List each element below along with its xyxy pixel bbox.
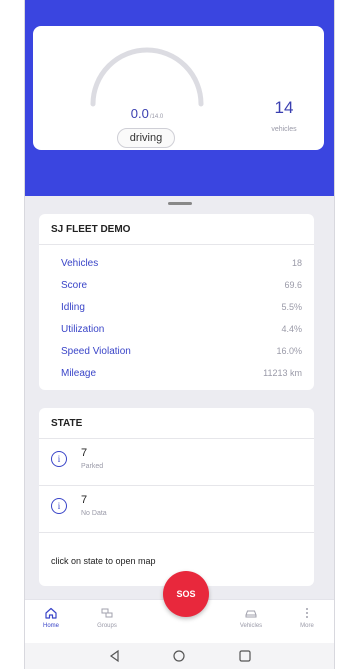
more-icon [306, 608, 308, 618]
fleet-row-value: 11213 km [263, 368, 302, 378]
nav-groups[interactable]: Groups [87, 606, 127, 629]
state-row-parked[interactable]: i 7 Parked [39, 439, 314, 485]
fleet-row-idling[interactable]: Idling 5.5% [61, 302, 302, 318]
fleet-row-label: Utilization [61, 324, 105, 335]
sos-button[interactable]: SOS [163, 571, 209, 617]
state-title: STATE [51, 418, 83, 429]
nav-more[interactable]: More [287, 606, 327, 629]
home-icon [45, 607, 57, 619]
driving-status-badge[interactable]: driving [117, 128, 175, 148]
nav-home[interactable]: Home [31, 606, 71, 629]
gauge-max: /14.0 [149, 114, 164, 120]
fleet-row-utilization[interactable]: Utilization 4.4% [61, 324, 302, 340]
fleet-title: SJ FLEET DEMO [51, 224, 131, 235]
fleet-row-value: 69.6 [284, 280, 302, 290]
fleet-row-value: 18 [291, 258, 302, 268]
state-count: 7 [81, 494, 88, 506]
fleet-row-label: Vehicles [61, 258, 99, 269]
state-row-no-data[interactable]: i 7 No Data [39, 486, 314, 532]
state-label: Parked [81, 463, 104, 470]
phone-screen: 0.0/14.0 driving 14 vehicles SJ FLEET DE… [24, 0, 335, 669]
state-count: 7 [81, 447, 88, 459]
home-circle-icon[interactable] [171, 648, 187, 664]
speed-gauge [90, 47, 204, 107]
state-card: STATE i 7 Parked i 7 No Data click on st… [39, 408, 314, 586]
fleet-row-value: 16.0% [276, 346, 302, 356]
fleet-row-label: Idling [61, 302, 85, 313]
recents-icon[interactable] [237, 648, 253, 664]
vehicles-count: 14 [274, 98, 294, 117]
system-navigation-bar [25, 643, 334, 669]
sheet-drag-handle[interactable] [168, 202, 192, 205]
fleet-row-speed-violation[interactable]: Speed Violation 16.0% [61, 346, 302, 362]
info-icon: i [51, 498, 67, 514]
gauge-current: 0.0 [130, 106, 149, 121]
fleet-card: SJ FLEET DEMO Vehicles 18 Score 69.6 Idl… [39, 214, 314, 390]
back-icon[interactable] [107, 648, 123, 664]
nav-label: More [300, 623, 314, 629]
fleet-row-value: 4.4% [281, 324, 302, 334]
bottom-sheet[interactable]: SJ FLEET DEMO Vehicles 18 Score 69.6 Idl… [25, 196, 334, 599]
fleet-row-vehicles[interactable]: Vehicles 18 [61, 258, 302, 274]
state-hint: click on state to open map [51, 556, 156, 566]
gauge-value: 0.0/14.0 [97, 106, 197, 121]
nav-label: Home [42, 623, 59, 629]
groups-icon [101, 608, 113, 618]
divider [39, 244, 314, 245]
fleet-row-label: Mileage [61, 368, 97, 379]
car-icon [245, 610, 257, 618]
nav-label: Groups [97, 623, 117, 629]
vehicles-label: vehicles [271, 126, 297, 133]
divider [39, 532, 314, 533]
nav-label: Vehicles [239, 623, 263, 629]
summary-card[interactable]: 0.0/14.0 driving 14 vehicles [33, 26, 324, 150]
nav-vehicles[interactable]: Vehicles [231, 606, 271, 629]
fleet-row-mileage[interactable]: Mileage 11213 km [61, 368, 302, 384]
info-icon: i [51, 451, 67, 467]
state-label: No Data [81, 510, 107, 517]
fleet-row-label: Score [61, 280, 88, 291]
fleet-row-label: Speed Violation [61, 346, 131, 357]
fleet-row-score[interactable]: Score 69.6 [61, 280, 302, 296]
fleet-row-value: 5.5% [281, 302, 302, 312]
